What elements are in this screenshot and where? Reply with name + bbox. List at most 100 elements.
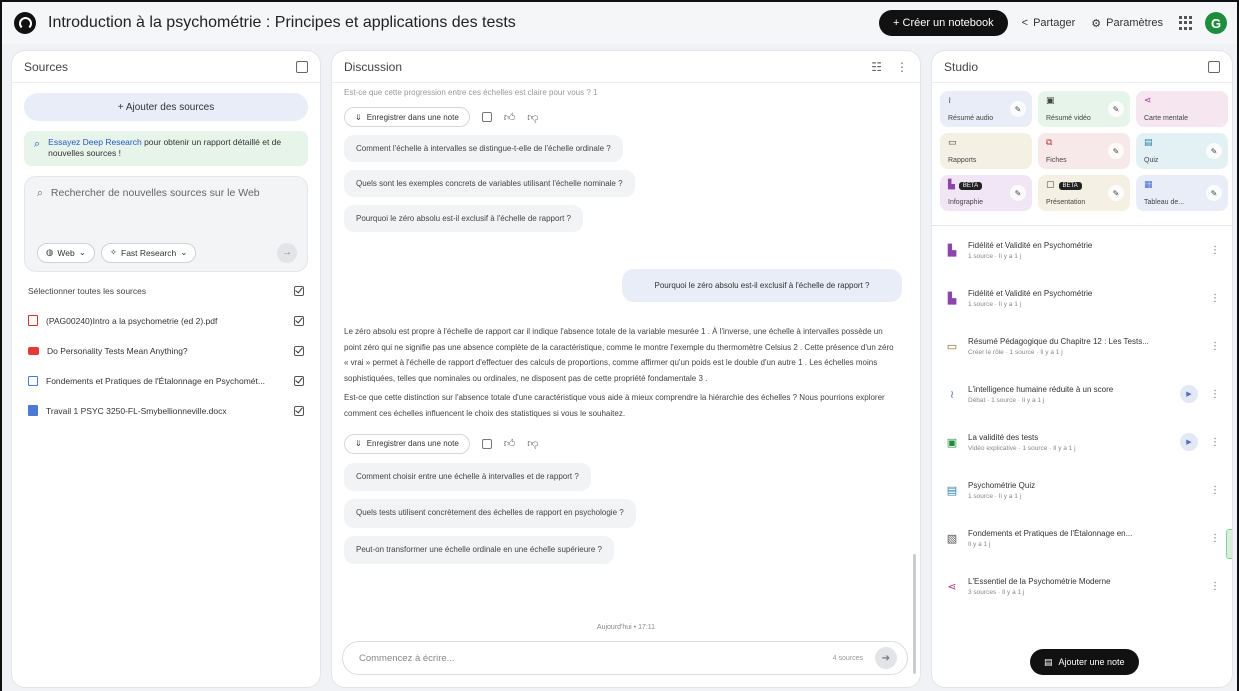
copy-icon[interactable] [481, 112, 492, 122]
suggested-question[interactable]: Peut-on transformer une échelle ordinale… [344, 535, 614, 565]
source-item[interactable]: (PAG00240)Intro a la psychometrie (ed 2)… [28, 306, 304, 336]
tile-data-table[interactable]: ▦ Tableau de... ✎ [1136, 175, 1228, 211]
play-icon[interactable]: ▶ [1180, 433, 1198, 451]
pencil-icon[interactable]: ✎ [1108, 185, 1124, 201]
collapse-panel-icon[interactable] [1208, 60, 1220, 73]
chat-settings-icon[interactable]: ☷ [871, 60, 882, 74]
studio-item[interactable]: ▙ Fidélité et Validité en Psychométrie 1 … [940, 226, 1224, 274]
pin-icon: ⇓ [355, 112, 362, 122]
research-mode-dropdown[interactable]: ✧ Fast Research ⌄ [100, 242, 197, 263]
pencil-icon[interactable]: ✎ [1108, 101, 1124, 117]
save-to-note-button[interactable]: ⇓ Enregistrer dans une note [344, 107, 470, 127]
chat-input[interactable]: Commencez à écrire... [359, 653, 833, 664]
more-vert-icon[interactable]: ⋮ [1210, 245, 1220, 256]
suggested-question[interactable]: Pourquoi le zéro absolu est-il exclusif … [344, 205, 583, 232]
tile-presentation[interactable]: ▢ BETA Présentation ✎ [1038, 175, 1130, 211]
item-subtitle: 1 source · Il y a 1 j [968, 252, 1022, 260]
notebooklm-logo-icon[interactable] [14, 12, 36, 34]
avatar[interactable]: G [1205, 12, 1227, 34]
select-all-checkbox[interactable] [294, 285, 304, 296]
pencil-icon[interactable]: ✎ [1010, 101, 1026, 117]
suggested-question[interactable]: Quels tests utilisent concrètement des é… [344, 499, 636, 528]
create-notebook-button[interactable]: + Créer un notebook [879, 10, 1008, 36]
settings-button[interactable]: ⚙ Paramètres [1091, 17, 1163, 30]
studio-item[interactable]: ▤ Psychométrie Quiz 1 source · Il y a 1 j… [940, 466, 1224, 514]
tile-audio-summary[interactable]: ≀ Résumé audio ✎ [940, 91, 1032, 127]
more-vert-icon[interactable]: ⋮ [896, 60, 908, 74]
collapse-panel-icon[interactable] [296, 60, 308, 73]
studio-item[interactable]: ⋖ L'Essentiel de la Psychométrie Moderne… [940, 562, 1224, 610]
tile-quiz[interactable]: ▤ Quiz ✎ [1136, 133, 1228, 169]
studio-item[interactable]: ≀ L'intelligence humaine réduite à un sc… [940, 370, 1224, 418]
more-vert-icon[interactable]: ⋮ [1210, 293, 1220, 304]
source-item[interactable]: Fondements et Pratiques de l'Étalonnage … [28, 366, 304, 396]
source-item[interactable]: Travail 1 PSYC 3250-FL-Smybellionneville… [28, 396, 304, 426]
chat-composer[interactable]: Commencez à écrire... 4 sources ➔ [342, 641, 908, 675]
thumbs-down-icon[interactable]: 👎︎ [527, 434, 538, 455]
thumbs-down-icon[interactable]: 👎︎ [527, 111, 538, 124]
search-icon: ⌕ [37, 186, 43, 199]
more-vert-icon[interactable]: ⋮ [1210, 581, 1220, 592]
studio-item[interactable]: ▭ Résumé Pédagogique du Chapitre 12 : Le… [940, 322, 1224, 370]
select-all-row[interactable]: Sélectionner toutes les sources [28, 285, 304, 296]
studio-item[interactable]: ▧ Fondements et Pratiques de l'Étalonnag… [940, 514, 1224, 562]
item-title: Fidélité et Validité en Psychométrie [968, 240, 1093, 250]
more-vert-icon[interactable]: ⋮ [1210, 485, 1220, 496]
add-sources-button[interactable]: + Ajouter des sources [24, 93, 308, 121]
tile-flashcards[interactable]: ⧉ Fiches ✎ [1038, 133, 1130, 169]
more-vert-icon[interactable]: ⋮ [1210, 341, 1220, 352]
copy-icon[interactable] [481, 439, 492, 450]
more-vert-icon[interactable]: ⋮ [1210, 437, 1220, 448]
side-panel-handle[interactable] [1226, 529, 1232, 559]
deep-research-promo[interactable]: ⌕ Essayez Deep Research pour obtenir un … [24, 131, 308, 166]
chat-panel: Discussion ☷ ⋮ Est-ce que cette progress… [331, 50, 921, 688]
suggested-question[interactable]: Comment choisir entre une échelle à inte… [344, 463, 591, 492]
save-to-note-button[interactable]: ⇓ Enregistrer dans une note [344, 434, 470, 455]
pencil-icon[interactable]: ✎ [1206, 143, 1222, 159]
search-input[interactable]: Rechercher de nouvelles sources sur le W… [51, 187, 260, 199]
send-button[interactable]: ➔ [875, 647, 897, 669]
tile-reports[interactable]: ▭ Rapports [940, 133, 1032, 169]
infographic-icon: ▙ [947, 292, 957, 305]
search-submit-button[interactable]: → [277, 242, 297, 263]
studio-item[interactable]: ▣ La validité des tests Vidéo explicative… [940, 418, 1224, 466]
more-vert-icon[interactable]: ⋮ [1210, 533, 1220, 544]
more-vert-icon[interactable]: ⋮ [1210, 389, 1220, 400]
notebook-title[interactable]: Introduction à la psychométrie : Princip… [48, 14, 879, 32]
web-source-dropdown[interactable]: ◍ Web ⌄ [37, 242, 95, 263]
tile-label: Résumé vidéo [1046, 115, 1091, 122]
studio-item[interactable]: ▙ Fidélité et Validité en Psychométrie 1 … [940, 274, 1224, 322]
infographic-icon: ▙ [947, 244, 957, 257]
suggested-question[interactable]: Quels sont les exemples concrets de vari… [344, 170, 635, 197]
studio-output-list: ▙ Fidélité et Validité en Psychométrie 1 … [932, 226, 1232, 610]
tile-label: Infographie [948, 199, 984, 206]
promo-link[interactable]: Essayez Deep Research [48, 137, 142, 147]
source-checkbox[interactable] [294, 315, 304, 326]
tile-video-summary[interactable]: ▣ Résumé vidéo ✎ [1038, 91, 1130, 127]
pencil-icon[interactable]: ✎ [1206, 185, 1222, 201]
pencil-icon[interactable]: ✎ [1108, 143, 1124, 159]
chevron-down-icon: ⌄ [78, 247, 86, 258]
thumbs-up-icon[interactable]: 👍︎ [504, 434, 516, 455]
tile-infographic[interactable]: ▙ BETA Infographie ✎ [940, 175, 1032, 211]
source-checkbox[interactable] [294, 405, 304, 416]
sources-panel: Sources + Ajouter des sources ⌕ Essayez … [11, 50, 321, 688]
source-name: Fondements et Pratiques de l'Étalonnage … [46, 375, 265, 386]
source-item[interactable]: Do Personality Tests Mean Anything? [28, 336, 304, 366]
tile-mind-map[interactable]: ⋖ Carte mentale [1136, 91, 1228, 127]
suggested-question[interactable]: Comment l'échelle à intervalles se disti… [344, 135, 623, 162]
source-name: (PAG00240)Intro a la psychometrie (ed 2)… [46, 315, 218, 326]
chat-scrollbar[interactable] [913, 554, 916, 674]
web-search-box[interactable]: ⌕ Rechercher de nouvelles sources sur le… [24, 175, 308, 272]
pdf-icon [28, 315, 38, 327]
source-checkbox[interactable] [294, 345, 304, 356]
deep-research-icon: ⌕ [34, 138, 41, 150]
pencil-icon[interactable]: ✎ [1010, 185, 1026, 201]
thumbs-up-icon[interactable]: 👍︎ [504, 111, 516, 124]
save-note-label: Enregistrer dans une note [366, 439, 459, 449]
add-note-button[interactable]: ▤ Ajouter une note [1030, 649, 1139, 675]
source-checkbox[interactable] [294, 375, 304, 386]
apps-grid-icon[interactable] [1179, 16, 1193, 30]
play-icon[interactable]: ▶ [1180, 385, 1198, 403]
share-button[interactable]: < Partager [1022, 17, 1076, 29]
